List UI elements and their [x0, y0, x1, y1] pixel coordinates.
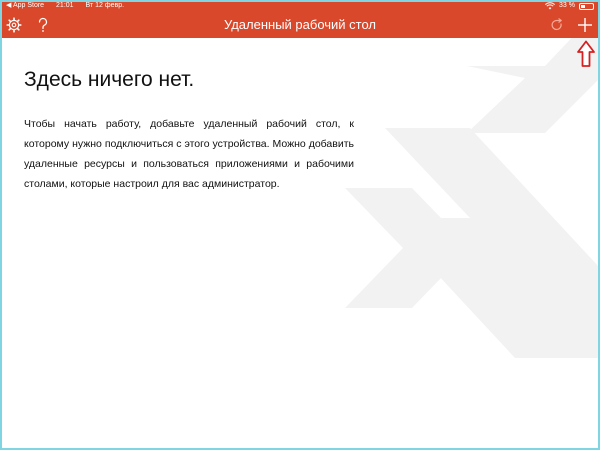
- status-time: 21:01: [56, 2, 74, 9]
- empty-state-description: Чтобы начать работу, добавьте удаленный …: [24, 118, 354, 190]
- status-right: 33 %: [541, 0, 594, 12]
- back-to-app-link[interactable]: ◀ App Store: [6, 2, 44, 9]
- status-left: ◀ App Store 21:01 Вт 12 февр.: [6, 0, 134, 12]
- refresh-icon: [551, 18, 562, 31]
- nav-title: Удаленный рабочий стол: [223, 17, 377, 32]
- main-content: Здесь ничего нет. Чтобы начать работу, д…: [0, 38, 600, 450]
- help-icon: [38, 17, 48, 32]
- chevron-watermark-icon: [345, 38, 600, 358]
- wifi-icon: [545, 2, 555, 10]
- settings-button[interactable]: [4, 15, 24, 35]
- gear-icon: [6, 17, 22, 33]
- help-button[interactable]: [33, 15, 53, 35]
- battery-icon: [579, 2, 594, 10]
- add-icon: [578, 18, 592, 32]
- empty-state-title: Здесь ничего нет.: [24, 68, 195, 91]
- status-bar: ◀ App Store 21:01 Вт 12 февр. 33 %: [0, 0, 600, 12]
- app-header: ◀ App Store 21:01 Вт 12 февр. 33 % Удале…: [0, 0, 600, 38]
- battery-level-fill: [581, 4, 586, 8]
- add-button[interactable]: [575, 15, 595, 35]
- battery-percent: 33 %: [559, 2, 575, 9]
- up-arrow-annotation-icon: [577, 40, 595, 67]
- nav-bar: Удаленный рабочий стол: [0, 12, 600, 38]
- status-date: Вт 12 февр.: [85, 2, 125, 9]
- refresh-button[interactable]: [547, 15, 567, 35]
